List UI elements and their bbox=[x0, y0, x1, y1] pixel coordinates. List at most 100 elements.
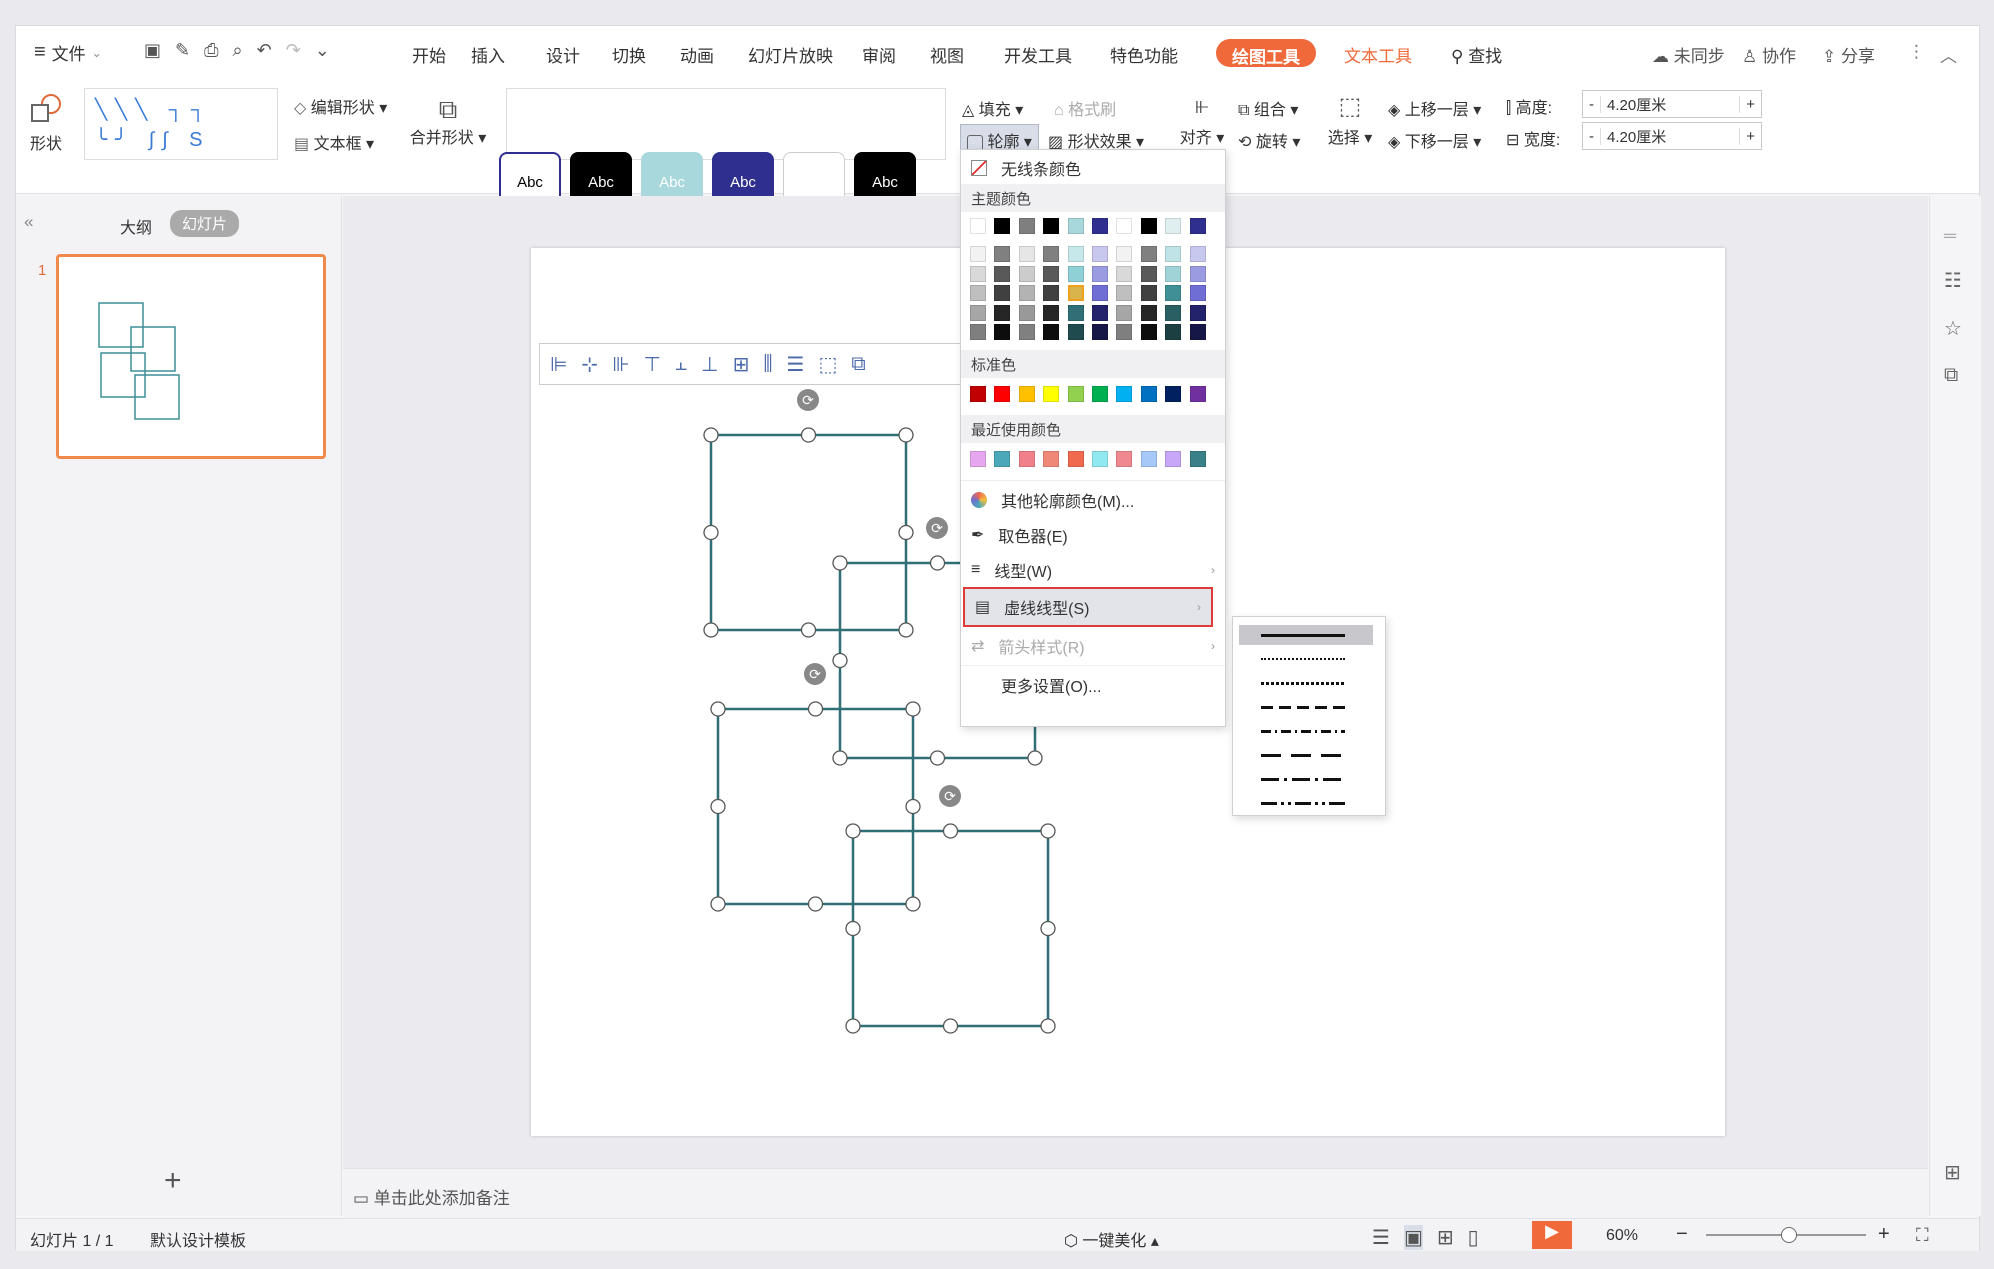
dash-option-long-dash-dot[interactable] bbox=[1239, 769, 1373, 789]
resize-handle[interactable] bbox=[1027, 750, 1043, 766]
theme-shade-swatch[interactable] bbox=[1092, 324, 1108, 340]
theme-shade-swatch[interactable] bbox=[1092, 246, 1108, 262]
theme-color-swatch[interactable] bbox=[1018, 218, 1035, 234]
resize-handle[interactable] bbox=[942, 823, 959, 839]
theme-shade-swatch[interactable] bbox=[1067, 246, 1084, 262]
resize-handle[interactable] bbox=[832, 750, 848, 766]
theme-shade-swatch[interactable] bbox=[1116, 324, 1133, 340]
grid-icon[interactable]: ⊞ bbox=[1944, 1160, 1961, 1185]
recent-color-swatch[interactable] bbox=[1140, 451, 1157, 467]
theme-shade-swatch[interactable] bbox=[1116, 246, 1133, 262]
beautify-button[interactable]: ⬡ 一键美化 ▴ bbox=[1064, 1227, 1159, 1251]
theme-shade-swatch[interactable] bbox=[994, 285, 1011, 301]
theme-shade-swatch[interactable] bbox=[1067, 285, 1084, 301]
recent-color-swatch[interactable] bbox=[1043, 451, 1060, 467]
theme-shade-swatch[interactable] bbox=[1165, 324, 1182, 340]
resize-handle[interactable] bbox=[905, 798, 921, 815]
theme-shade-swatch[interactable] bbox=[1165, 246, 1182, 262]
dash-option-long-dash[interactable] bbox=[1239, 745, 1373, 765]
theme-shade-swatch[interactable] bbox=[970, 324, 986, 340]
resize-handle[interactable] bbox=[703, 622, 719, 638]
dash-option-dash-dot[interactable] bbox=[1239, 721, 1373, 741]
resize-handle[interactable] bbox=[807, 896, 824, 912]
resize-handle[interactable] bbox=[929, 750, 946, 766]
theme-shade-swatch[interactable] bbox=[1018, 246, 1035, 262]
recent-color-swatch[interactable] bbox=[1092, 451, 1108, 467]
theme-shade-swatch[interactable] bbox=[1140, 265, 1157, 282]
resize-handle[interactable] bbox=[832, 555, 848, 571]
resize-handle[interactable] bbox=[905, 701, 921, 717]
square-shape[interactable] bbox=[709, 433, 908, 632]
theme-color-swatch[interactable] bbox=[1140, 218, 1157, 234]
recent-color-swatch[interactable] bbox=[1067, 451, 1084, 467]
theme-shade-swatch[interactable] bbox=[1043, 246, 1060, 262]
eyedropper-item[interactable]: ✒ 取色器(E) bbox=[961, 519, 1225, 551]
play-button[interactable]: ▶ bbox=[1532, 1221, 1572, 1249]
theme-shade-swatch[interactable] bbox=[994, 324, 1011, 340]
resize-handle[interactable] bbox=[710, 701, 726, 717]
resize-handle[interactable] bbox=[703, 524, 719, 541]
sorter-view-icon[interactable]: ⊞ bbox=[1437, 1225, 1454, 1250]
recent-color-swatch[interactable] bbox=[1116, 451, 1133, 467]
theme-color-swatch[interactable] bbox=[1067, 218, 1084, 234]
dash-option-square-dot[interactable] bbox=[1239, 673, 1373, 693]
theme-shade-swatch[interactable] bbox=[1140, 304, 1157, 321]
theme-shade-swatch[interactable] bbox=[1140, 285, 1157, 301]
theme-shade-swatch[interactable] bbox=[970, 304, 986, 321]
standard-color-swatch[interactable] bbox=[1116, 386, 1133, 402]
standard-color-swatch[interactable] bbox=[1043, 386, 1060, 402]
theme-shade-swatch[interactable] bbox=[1165, 265, 1182, 282]
zoom-slider-thumb[interactable] bbox=[1781, 1227, 1797, 1243]
more-outline-colors-item[interactable]: 其他轮廓颜色(M)... bbox=[961, 484, 1225, 516]
recent-color-swatch[interactable] bbox=[1189, 451, 1206, 467]
theme-shade-swatch[interactable] bbox=[1018, 324, 1035, 340]
resize-handle[interactable] bbox=[800, 427, 817, 443]
recent-color-swatch[interactable] bbox=[970, 451, 986, 467]
resize-handle[interactable] bbox=[898, 427, 914, 443]
theme-shade-swatch[interactable] bbox=[1165, 304, 1182, 321]
notes-view-icon[interactable]: ☰ bbox=[1372, 1225, 1390, 1250]
square-shape[interactable] bbox=[851, 829, 1050, 1028]
theme-shade-swatch[interactable] bbox=[1018, 265, 1035, 282]
notes-bar[interactable]: ▭ 单击此处添加备注 bbox=[343, 1168, 1928, 1218]
resize-handle[interactable] bbox=[905, 896, 921, 912]
standard-color-swatch[interactable] bbox=[1140, 386, 1157, 402]
square-shape[interactable] bbox=[716, 707, 915, 906]
theme-shade-swatch[interactable] bbox=[970, 285, 986, 301]
theme-shade-swatch[interactable] bbox=[1043, 324, 1060, 340]
theme-shade-swatch[interactable] bbox=[1140, 246, 1157, 262]
resize-handle[interactable] bbox=[942, 1018, 959, 1034]
theme-shade-swatch[interactable] bbox=[1092, 304, 1108, 321]
theme-color-swatch[interactable] bbox=[1189, 218, 1206, 234]
resize-handle[interactable] bbox=[710, 896, 726, 912]
theme-shade-swatch[interactable] bbox=[994, 265, 1011, 282]
standard-color-swatch[interactable] bbox=[970, 386, 986, 402]
theme-shade-swatch[interactable] bbox=[1189, 324, 1206, 340]
theme-color-swatch[interactable] bbox=[1092, 218, 1108, 234]
theme-color-swatch[interactable] bbox=[1165, 218, 1182, 234]
theme-shade-swatch[interactable] bbox=[1116, 304, 1133, 321]
template-name[interactable]: 默认设计模板 bbox=[150, 1227, 246, 1251]
standard-color-swatch[interactable] bbox=[1092, 386, 1108, 402]
resize-handle[interactable] bbox=[832, 652, 848, 669]
resize-handle[interactable] bbox=[1040, 823, 1056, 839]
recent-color-swatch[interactable] bbox=[1018, 451, 1035, 467]
standard-color-swatch[interactable] bbox=[1067, 386, 1084, 402]
zoom-level[interactable]: 60% bbox=[1606, 1227, 1638, 1245]
recent-color-swatch[interactable] bbox=[994, 451, 1011, 467]
theme-shade-swatch[interactable] bbox=[1067, 265, 1084, 282]
star-icon[interactable]: ☆ bbox=[1944, 316, 1962, 341]
resize-handle[interactable] bbox=[845, 920, 861, 937]
more-settings-item[interactable]: 更多设置(O)... bbox=[961, 669, 1225, 701]
dash-option-solid[interactable] bbox=[1239, 625, 1373, 645]
resize-handle[interactable] bbox=[898, 622, 914, 638]
dash-option-round-dot[interactable] bbox=[1239, 649, 1373, 669]
dash-option-dash[interactable] bbox=[1239, 697, 1373, 717]
resize-handle[interactable] bbox=[1040, 920, 1056, 937]
theme-shade-swatch[interactable] bbox=[1189, 246, 1206, 262]
theme-shade-swatch[interactable] bbox=[1018, 285, 1035, 301]
theme-shade-swatch[interactable] bbox=[1092, 285, 1108, 301]
standard-color-swatch[interactable] bbox=[994, 386, 1011, 402]
theme-shade-swatch[interactable] bbox=[1067, 324, 1084, 340]
theme-shade-swatch[interactable] bbox=[970, 265, 986, 282]
